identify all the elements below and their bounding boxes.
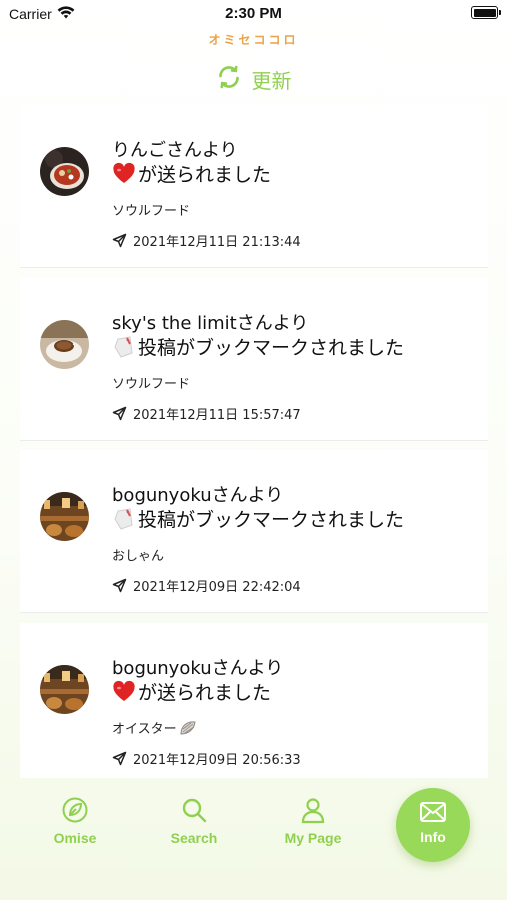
notification-card[interactable]: bogunyokuさんより が送られました オイスター 2021年12月09日 … [20, 623, 488, 778]
envelope-icon [420, 802, 446, 822]
message-text: が送られました [138, 164, 272, 186]
avatar[interactable] [40, 147, 89, 196]
refresh-button[interactable]: 更新 [216, 64, 292, 94]
notification-card[interactable]: bogunyokuさんより 投稿がブックマークされました おしゃん 2021年1… [20, 450, 488, 613]
notification-message: 投稿がブックマークされました [112, 333, 404, 360]
category-label: ソウルフード [112, 204, 191, 219]
status-bar: Carrier 2:30 PM [0, 0, 507, 28]
refresh-row: 更新 [0, 64, 507, 94]
timestamp-text: 2021年12月11日 21:13:44 [133, 235, 301, 250]
timestamp-text: 2021年12月09日 22:42:04 [133, 580, 301, 595]
category-label: ソウルフード [112, 377, 191, 392]
sender-name: bogunyokuさんより [112, 485, 284, 506]
refresh-label: 更新 [251, 68, 292, 93]
oyster-icon [180, 720, 196, 735]
tab-label: Search [170, 830, 218, 846]
bookmark-tag-icon [112, 335, 136, 359]
timestamp: 2021年12月11日 21:13:44 [112, 231, 301, 250]
sender-name: bogunyokuさんより [112, 658, 284, 679]
sender-name: りんごさんより [112, 140, 238, 161]
tab-info[interactable]: Info [396, 788, 470, 862]
send-icon [112, 578, 127, 593]
tab-my-page[interactable]: My Page [268, 796, 358, 846]
notification-card[interactable]: sky's the limitさんより 投稿がブックマークされました ソウルフー… [20, 278, 488, 441]
notification-list[interactable]: りんごさんより が送られました ソウルフード 2021年12月11日 21:13… [20, 95, 488, 778]
tab-search[interactable]: Search [149, 796, 239, 846]
bookmark-tag-icon [112, 507, 136, 531]
notification-message: 投稿がブックマークされました [112, 505, 404, 532]
search-icon [182, 798, 207, 823]
heart-icon [112, 162, 136, 186]
avatar[interactable] [40, 320, 89, 369]
timestamp-text: 2021年12月11日 15:57:47 [133, 408, 301, 423]
timestamp-text: 2021年12月09日 20:56:33 [133, 753, 301, 768]
message-text: 投稿がブックマークされました [138, 337, 405, 359]
timestamp: 2021年12月09日 22:42:04 [112, 576, 301, 595]
app-logo: オミセココロ [208, 33, 299, 47]
person-icon [301, 798, 325, 824]
heart-icon [112, 680, 136, 704]
shop-leaf-icon [62, 797, 88, 823]
sender-name: sky's the limitさんより [112, 313, 309, 334]
tab-bar: Omise Search My Page Info [0, 778, 507, 900]
category-label: オイスター [112, 718, 197, 737]
avatar[interactable] [40, 492, 89, 541]
refresh-icon [216, 64, 242, 94]
tab-label: My Page [284, 830, 342, 846]
send-icon [112, 233, 127, 248]
message-text: 投稿がブックマークされました [138, 509, 405, 531]
send-icon [112, 406, 127, 421]
battery-icon [471, 6, 501, 19]
notification-message: が送られました [112, 678, 271, 705]
timestamp: 2021年12月09日 20:56:33 [112, 749, 301, 768]
notification-card[interactable]: りんごさんより が送られました ソウルフード 2021年12月11日 21:13… [20, 105, 488, 268]
avatar[interactable] [40, 665, 89, 714]
clock: 2:30 PM [225, 5, 282, 22]
message-text: が送られました [138, 682, 272, 704]
category-text: オイスター [112, 722, 177, 737]
timestamp: 2021年12月11日 15:57:47 [112, 404, 301, 423]
category-label: おしゃん [112, 549, 165, 564]
tab-omise[interactable]: Omise [30, 796, 120, 846]
send-icon [112, 751, 127, 766]
tab-label: Omise [53, 830, 97, 846]
tab-label: Info [420, 829, 446, 845]
notification-message: が送られました [112, 160, 271, 187]
